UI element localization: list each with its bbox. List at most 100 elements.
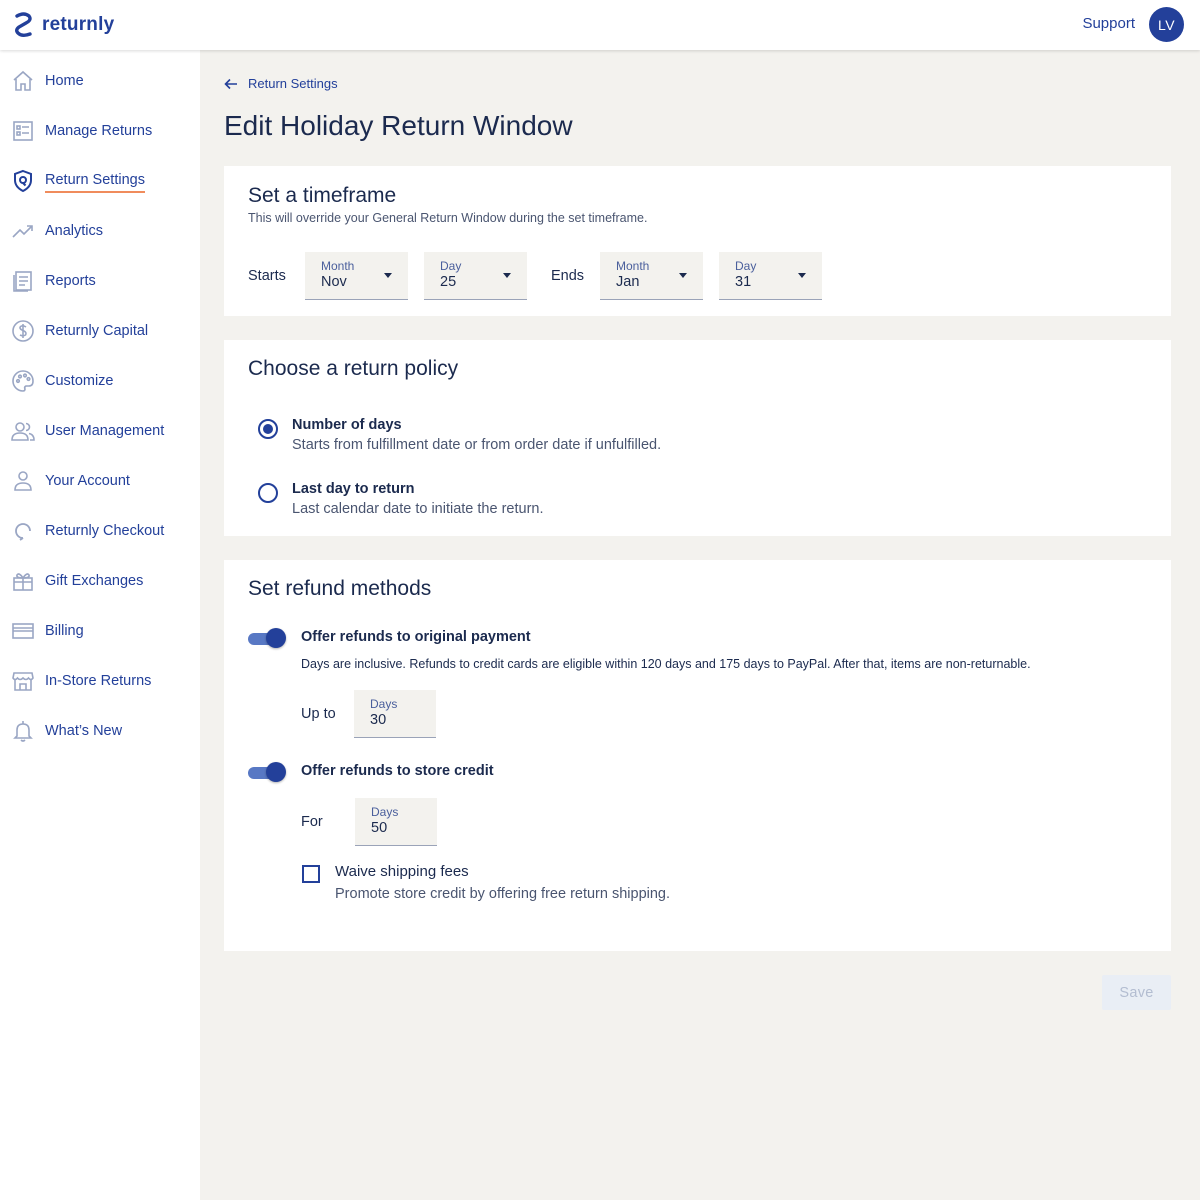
waive-shipping-title: Waive shipping fees [335, 863, 469, 880]
up-to-label: Up to [301, 706, 336, 722]
sidebar-item-reports[interactable]: Reports [0, 261, 200, 301]
returnly-logo-icon [15, 12, 32, 37]
arrow-left-icon [224, 78, 237, 89]
end-month-select[interactable]: Month Jan [600, 252, 703, 300]
report-icon [13, 271, 32, 292]
sidebar-item-customize[interactable]: Customize [0, 361, 200, 401]
input-label: Days [370, 697, 398, 711]
sidebar-item-whats-new[interactable]: What’s New [0, 711, 200, 751]
sidebar-item-returnly-capital[interactable]: Returnly Capital [0, 311, 200, 351]
caret-down-icon [679, 273, 687, 278]
bell-icon [13, 721, 33, 742]
select-label: Day [735, 259, 757, 273]
refresh-icon [15, 523, 31, 541]
main-content: Return Settings Edit Holiday Return Wind… [200, 50, 1200, 1200]
users-icon [11, 422, 35, 441]
sidebar-item-your-account[interactable]: Your Account [0, 461, 200, 501]
refund-methods-card: Set refund methods Offer refunds to orig… [224, 560, 1171, 951]
sidebar-item-label: Gift Exchanges [45, 573, 144, 589]
list-icon [13, 121, 33, 141]
sidebar-item-label: What’s New [45, 723, 123, 739]
ends-label: Ends [551, 268, 585, 284]
shield-icon [14, 169, 32, 193]
sidebar-item-label: Billing [45, 623, 84, 639]
sidebar: Home Manage Returns Return Settings Anal… [0, 50, 200, 1200]
brand-name: returnly [42, 14, 115, 35]
back-link[interactable]: Return Settings [224, 76, 338, 91]
radio-unchecked[interactable] [258, 483, 278, 503]
trend-icon [12, 225, 33, 238]
start-month-select[interactable]: Month Nov [305, 252, 408, 300]
select-value: Nov [321, 274, 347, 290]
back-link-label: Return Settings [248, 76, 338, 91]
sidebar-item-returnly-checkout[interactable]: Returnly Checkout [0, 511, 200, 551]
sidebar-item-label: Manage Returns [45, 123, 153, 139]
policy-option-title: Last day to return [292, 481, 415, 497]
sidebar-item-in-store-returns[interactable]: In-Store Returns [0, 661, 200, 701]
dollar-icon [12, 320, 34, 342]
person-icon [14, 471, 32, 491]
sidebar-item-label: Returnly Capital [45, 323, 149, 339]
for-label: For [301, 814, 323, 830]
save-button[interactable]: Save [1102, 975, 1171, 1010]
sidebar-item-home[interactable]: Home [0, 61, 200, 101]
radio-checked[interactable] [258, 419, 278, 439]
store-icon [12, 672, 34, 691]
start-day-select[interactable]: Day 25 [424, 252, 527, 300]
store-credit-toggle[interactable] [248, 761, 286, 783]
input-value: 30 [370, 712, 387, 728]
sidebar-item-label: Return Settings [45, 172, 145, 193]
return-policy-card: Choose a return policy Number of days St… [224, 340, 1171, 536]
page-title: Edit Holiday Return Window [224, 110, 573, 141]
returnly-logo[interactable]: returnly [14, 11, 114, 39]
toggle-knob [266, 762, 286, 782]
original-payment-toggle[interactable] [248, 627, 286, 649]
select-label: Month [616, 259, 650, 273]
toggle-knob [266, 628, 286, 648]
policy-option-last-day[interactable]: Last day to return Last calendar date to… [258, 481, 858, 525]
top-bar: returnly Support LV [0, 0, 1200, 50]
original-payment-desc: Days are inclusive. Refunds to credit ca… [301, 657, 1031, 671]
select-value: 25 [440, 274, 457, 290]
timeframe-title: Set a timeframe [248, 184, 397, 207]
original-payment-days-input[interactable]: Days 30 [354, 690, 436, 738]
caret-down-icon [384, 273, 392, 278]
timeframe-card: Set a timeframe This will override your … [224, 166, 1171, 316]
user-avatar[interactable]: LV [1149, 7, 1184, 42]
policy-option-title: Number of days [292, 417, 402, 433]
sidebar-item-label: Home [45, 73, 84, 89]
select-value: 31 [735, 274, 752, 290]
return-policy-title: Choose a return policy [248, 357, 459, 380]
timeframe-subtitle: This will override your General Return W… [248, 211, 648, 225]
refund-methods-title: Set refund methods [248, 577, 432, 600]
starts-label: Starts [248, 268, 286, 284]
sidebar-item-gift-exchanges[interactable]: Gift Exchanges [0, 561, 200, 601]
store-credit-days-input[interactable]: Days 50 [355, 798, 437, 846]
policy-option-number-of-days[interactable]: Number of days Starts from fulfillment d… [258, 417, 858, 461]
policy-option-desc: Starts from fulfillment date or from ord… [292, 437, 662, 453]
home-icon [13, 70, 33, 91]
sidebar-item-analytics[interactable]: Analytics [0, 211, 200, 251]
sidebar-item-manage-returns[interactable]: Manage Returns [0, 111, 200, 151]
sidebar-item-label: User Management [45, 423, 165, 439]
sidebar-item-billing[interactable]: Billing [0, 611, 200, 651]
sidebar-item-label: Your Account [45, 473, 130, 489]
sidebar-item-label: Customize [45, 373, 114, 389]
select-label: Month [321, 259, 355, 273]
waive-shipping-checkbox[interactable] [302, 865, 320, 883]
sidebar-item-label: Analytics [45, 223, 104, 239]
sidebar-item-return-settings[interactable]: Return Settings [0, 161, 200, 201]
sidebar-item-user-management[interactable]: User Management [0, 411, 200, 451]
gift-icon [13, 573, 33, 591]
input-value: 50 [371, 820, 388, 836]
select-label: Day [440, 259, 462, 273]
end-day-select[interactable]: Day 31 [719, 252, 822, 300]
input-label: Days [371, 805, 399, 819]
store-credit-title: Offer refunds to store credit [301, 763, 494, 779]
select-value: Jan [616, 274, 640, 290]
policy-option-desc: Last calendar date to initiate the retur… [292, 501, 544, 517]
caret-down-icon [798, 273, 806, 278]
support-link[interactable]: Support [1082, 15, 1135, 32]
caret-down-icon [503, 273, 511, 278]
sidebar-item-label: In-Store Returns [45, 673, 152, 689]
